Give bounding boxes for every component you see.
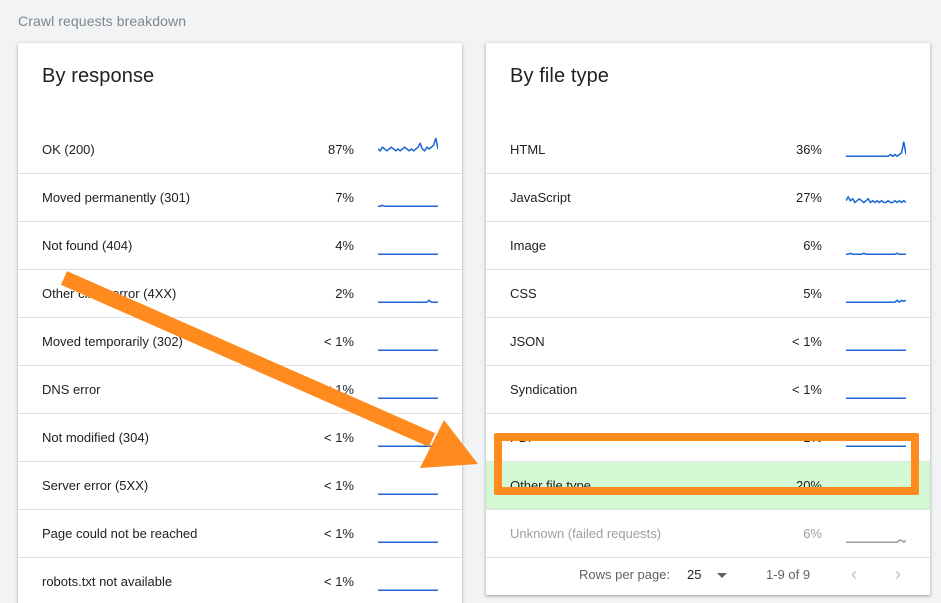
- response-row-label: Moved permanently (301): [42, 190, 191, 205]
- file-type-row-label: Other file type: [510, 478, 591, 493]
- response-row-label: OK (200): [42, 142, 95, 157]
- file-type-row-sparkline: [846, 445, 906, 447]
- response-row-percent: 87%: [327, 142, 354, 157]
- file-type-row[interactable]: CSS 5%: [486, 270, 930, 318]
- page-title: Crawl requests breakdown: [18, 13, 187, 29]
- response-row[interactable]: robots.txt not available < 1%: [18, 558, 462, 603]
- response-row-percent: 2%: [335, 286, 354, 301]
- rows-per-page-select[interactable]: 25: [687, 567, 701, 582]
- response-row-sparkline: [378, 541, 438, 543]
- response-row-sparkline: [378, 493, 438, 495]
- file-type-row-sparkline: [846, 299, 906, 304]
- response-row-label: Not modified (304): [42, 430, 149, 445]
- response-row-percent: 7%: [335, 190, 354, 205]
- pagination-range: 1-9 of 9: [766, 567, 811, 582]
- by-file-type-table: HTML 36% JavaScript 27% Image 6% CSS 5% JSON < 1%…: [486, 126, 930, 558]
- response-row-percent: < 1%: [324, 430, 354, 445]
- chevron-down-icon[interactable]: [717, 573, 727, 578]
- file-type-row[interactable]: HTML 36%: [486, 126, 930, 174]
- response-row-label: Page could not be reached: [42, 526, 198, 541]
- next-page-icon[interactable]: ›: [888, 564, 908, 584]
- response-row[interactable]: Not found (404) 4%: [18, 222, 462, 270]
- file-type-row-percent: < 1%: [792, 334, 822, 349]
- by-file-type-title: By file type: [510, 65, 610, 87]
- by-response-title: By response: [42, 65, 155, 87]
- response-row[interactable]: OK (200) 87%: [18, 126, 462, 174]
- file-type-row-label: Unknown (failed requests): [510, 526, 662, 541]
- response-row-label: Server error (5XX): [42, 478, 149, 493]
- sparkline-path: [846, 489, 906, 494]
- file-type-row-label: CSS: [510, 286, 537, 301]
- response-row-sparkline: [378, 397, 438, 399]
- file-type-row-sparkline: [846, 397, 906, 399]
- response-row-label: Moved temporarily (302): [42, 334, 183, 349]
- response-row-sparkline: [378, 445, 438, 447]
- file-type-row[interactable]: JSON < 1%: [486, 318, 930, 366]
- sparkline-path: [846, 539, 906, 544]
- response-row-percent: < 1%: [324, 574, 354, 589]
- sparkline-path: [846, 195, 906, 204]
- file-type-row[interactable]: JavaScript 27%: [486, 174, 930, 222]
- file-type-row-sparkline: [846, 141, 906, 158]
- table-pagination: Rows per page: 25 1-9 of 9 ‹ ›: [486, 552, 930, 596]
- response-row-sparkline: [378, 349, 438, 351]
- file-type-row-sparkline: [846, 195, 906, 204]
- rows-per-page-label: Rows per page:: [579, 567, 671, 582]
- file-type-row[interactable]: Image 6%: [486, 222, 930, 270]
- file-type-row-sparkline: [846, 539, 906, 544]
- file-type-row[interactable]: Other file type 20%: [486, 462, 930, 510]
- response-row[interactable]: Moved permanently (301) 7%: [18, 174, 462, 222]
- file-type-row[interactable]: Unknown (failed requests) 6%: [486, 510, 930, 558]
- sparkline-path: [378, 299, 438, 303]
- response-row-label: DNS error: [42, 382, 101, 397]
- response-row-percent: < 1%: [324, 478, 354, 493]
- file-type-row-sparkline: [846, 252, 906, 255]
- file-type-row-sparkline: [846, 349, 906, 351]
- response-row-percent: 4%: [335, 238, 354, 253]
- response-row-sparkline: [378, 589, 438, 591]
- response-row[interactable]: DNS error < 1%: [18, 366, 462, 414]
- file-type-row-percent: < 1%: [792, 382, 822, 397]
- file-type-row-percent: 20%: [795, 478, 822, 493]
- response-row[interactable]: Page could not be reached < 1%: [18, 510, 462, 558]
- response-row-sparkline: [378, 253, 438, 255]
- file-type-row-percent: 27%: [795, 190, 822, 205]
- response-row-label: Other client error (4XX): [42, 286, 177, 301]
- response-row-percent: < 1%: [324, 334, 354, 349]
- file-type-row-percent: 36%: [795, 142, 822, 157]
- response-row-sparkline: [378, 137, 438, 152]
- by-response-card: By response OK (200) 87% Moved permanently…: [18, 43, 462, 603]
- file-type-row-percent: 5%: [803, 286, 822, 301]
- response-row-label: Not found (404): [42, 238, 133, 253]
- file-type-row-label: JavaScript: [510, 190, 571, 205]
- response-row[interactable]: Server error (5XX) < 1%: [18, 462, 462, 510]
- file-type-row-percent: 6%: [803, 526, 822, 541]
- file-type-row-sparkline: [846, 489, 906, 494]
- sparkline-path: [846, 299, 906, 304]
- sparkline-path: [846, 252, 906, 255]
- file-type-row-percent: < 1%: [792, 430, 822, 445]
- file-type-row-percent: 6%: [803, 238, 822, 253]
- response-row-label: robots.txt not available: [42, 574, 173, 589]
- file-type-row-label: HTML: [510, 142, 546, 157]
- response-row-sparkline: [378, 299, 438, 303]
- response-row-percent: < 1%: [324, 526, 354, 541]
- response-row[interactable]: Not modified (304) < 1%: [18, 414, 462, 462]
- response-row[interactable]: Moved temporarily (302) < 1%: [18, 318, 462, 366]
- response-row-percent: < 1%: [324, 382, 354, 397]
- by-file-type-card: By file type HTML 36% JavaScript 27% Image 6%…: [486, 43, 930, 595]
- file-type-row-label: PDF: [510, 430, 536, 445]
- response-row-sparkline: [378, 204, 438, 207]
- file-type-row[interactable]: PDF < 1%: [486, 414, 930, 462]
- sparkline-path: [846, 141, 906, 158]
- file-type-row[interactable]: Syndication < 1%: [486, 366, 930, 414]
- previous-page-icon[interactable]: ‹: [844, 564, 864, 584]
- sparkline-path: [378, 204, 438, 207]
- file-type-row-label: Image: [510, 238, 547, 253]
- file-type-row-label: Syndication: [510, 382, 578, 397]
- by-response-table: OK (200) 87% Moved permanently (301) 7% Not …: [18, 126, 462, 603]
- response-row[interactable]: Other client error (4XX) 2%: [18, 270, 462, 318]
- sparkline-path: [378, 137, 438, 152]
- file-type-row-label: JSON: [510, 334, 545, 349]
